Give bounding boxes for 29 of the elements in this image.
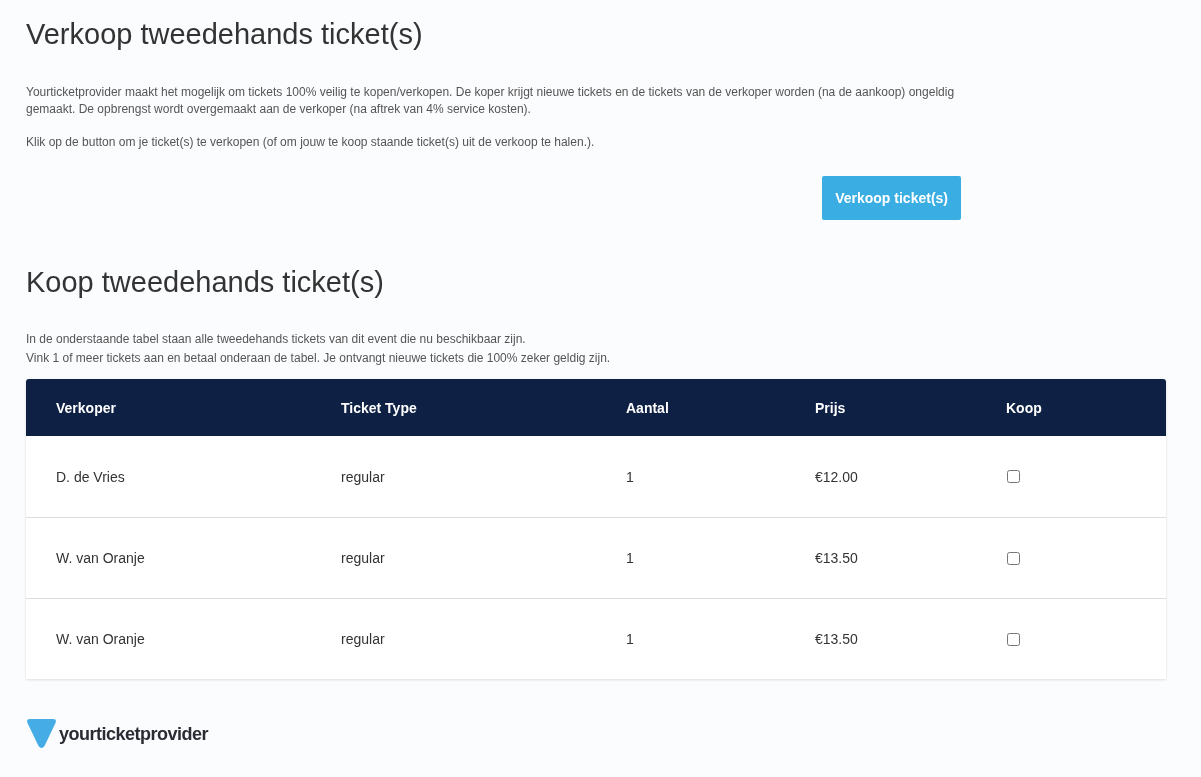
table-cell: €13.50 <box>815 631 858 647</box>
table-cell: 1 <box>626 550 634 566</box>
column-header: Ticket Type <box>341 399 417 416</box>
buy-checkbox[interactable] <box>1007 632 1020 646</box>
table-cell: D. de Vries <box>56 468 125 485</box>
table-cell: regular <box>341 468 385 485</box>
table-cell: W. van Oranje <box>56 550 145 566</box>
intro-text: Vink 1 of meer tickets aan en betaal onderaan de tabel. Je ontvangt nieuwe tickets die 100% zeker geldig zijn. <box>26 350 612 367</box>
table-cell: regular <box>341 631 385 647</box>
column-header: Koop <box>1006 399 1042 416</box>
logo-icon <box>26 719 57 749</box>
table-cell: regular <box>341 550 385 566</box>
column-header: Verkoper <box>56 399 116 416</box>
sell-tickets-button[interactable]: Verkoop ticket(s) <box>822 176 961 220</box>
table-cell: €12.00 <box>815 468 858 485</box>
column-header: Prijs <box>815 399 846 416</box>
table-cell: 1 <box>626 468 634 485</box>
buy-checkbox[interactable] <box>1007 551 1020 565</box>
info-paragraph: Klik op de button om je ticket(s) te verkopen (of om jouw te koop staande ticket(s) uit de verkoop te halen.). <box>26 134 596 151</box>
brand-name: yourticketprovider <box>59 722 209 746</box>
table-cell: W. van Oranje <box>56 631 145 647</box>
page-heading: Verkoop tweedehands ticket(s) <box>26 17 424 51</box>
info-paragraph: Yourticketprovider maakt het mogelijk om tickets 100% veilig te kopen/verkopen. De koper krijgt nieuwe tickets en de tickets van de verkoper worden (na de aankoop) ongeldig gemaakt. De opbrengst wordt overgemaakt aan de verkoper (na aftrek van 4% service kosten). <box>26 84 956 118</box>
table-cell: 1 <box>626 631 634 647</box>
table-cell: €13.50 <box>815 550 858 566</box>
section-heading: Koop tweedehands ticket(s) <box>26 265 385 299</box>
column-header: Aantal <box>626 399 669 416</box>
intro-text: In de onderstaande tabel staan alle tweedehands tickets van dit event die nu beschikbaar zijn. <box>26 331 527 348</box>
buy-checkbox[interactable] <box>1007 470 1020 483</box>
